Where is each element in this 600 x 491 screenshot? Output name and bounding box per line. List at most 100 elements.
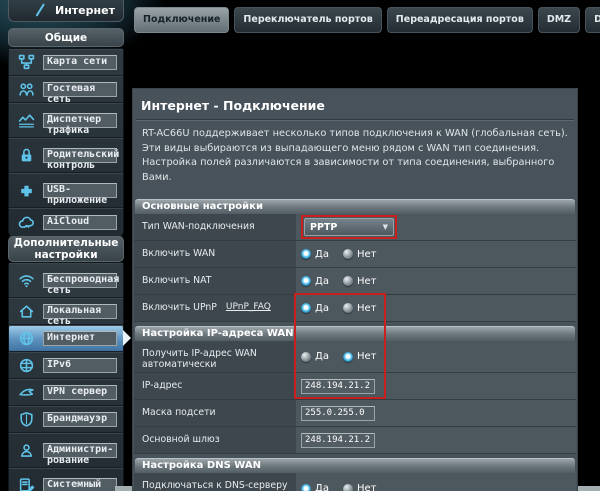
upnp-faq-link[interactable]: UPnP_FAQ: [226, 302, 271, 313]
lightning-icon: [33, 3, 47, 17]
row-enable-upnp: Включить UPnP UPnP_FAQ Да Нет: [134, 295, 576, 322]
sidebar-item-label: Системный журнал: [43, 478, 117, 491]
person-icon: [16, 442, 36, 459]
row-enable-nat: Включить NAT Да Нет: [134, 268, 576, 295]
sidebar-item-guest-network[interactable]: Гостевая сеть: [9, 76, 123, 103]
section-header-wan-dns: Настройка DNS WAN: [135, 458, 575, 473]
row-label: Основной шлюз: [142, 434, 220, 445]
sidebar-header-general: Общие: [8, 28, 124, 47]
sidebar-item-vpn-server[interactable]: VPN сервер: [9, 379, 123, 406]
sidebar-item-lan[interactable]: Локальная сеть: [9, 298, 123, 325]
sidebar-item-label: IPv6: [43, 358, 117, 373]
sidebar-item-administration[interactable]: Администри-рование: [9, 433, 123, 468]
radio-no[interactable]: Нет: [343, 483, 377, 491]
sidebar-item-wireless[interactable]: Беспроводная сеть: [9, 263, 123, 298]
row-label: Маска подсети: [142, 407, 216, 418]
wan-type-select[interactable]: PPTP ▼: [304, 218, 394, 236]
row-label: Включить NAT: [142, 275, 211, 286]
wan-type-value: PPTP: [310, 222, 337, 233]
shield-icon: [16, 411, 36, 428]
sidebar-item-parental-control[interactable]: Родительский контроль: [9, 138, 123, 173]
sidebar-nav-general: Карта сети Гостевая сеть Диспетчер трафи…: [8, 48, 124, 238]
section-header-basic: Основные настройки: [135, 199, 575, 214]
tab-dmz[interactable]: DMZ: [538, 7, 580, 33]
sidebar-nav-advanced: Беспроводная сеть Локальная сеть Интерне…: [8, 262, 124, 491]
quick-nav-label: Интернет: [55, 4, 115, 17]
home-icon: [16, 303, 36, 320]
page-title: Интернет - Подключение: [134, 96, 576, 119]
sidebar-item-label: Гостевая сеть: [43, 82, 117, 97]
sidebar-item-label: Администри-рование: [43, 443, 117, 458]
sidebar-item-label: VPN сервер: [43, 385, 117, 400]
row-label: Тип WAN-подключения: [142, 221, 255, 232]
usb-app-icon: [16, 182, 36, 199]
row-wan-type: Тип WAN-подключения PPTP ▼: [134, 214, 576, 241]
row-label: Включить UPnP: [142, 302, 217, 313]
enable-upnp-radio-group: Да Нет: [301, 303, 376, 314]
sidebar-item-label: Родительский контроль: [43, 148, 117, 163]
sidebar-item-aicloud[interactable]: AiCloud: [9, 208, 123, 237]
main-content-panel: Интернет - Подключение RT-AC66U поддержи…: [132, 88, 578, 491]
sidebar-item-traffic-manager[interactable]: Диспетчер трафика: [9, 103, 123, 138]
row-label: Получить IP-адрес WAN автоматически: [142, 348, 292, 370]
annotation-red-box-wan-type: PPTP ▼: [301, 215, 397, 239]
vpn-icon: [16, 384, 36, 401]
row-label: Подключаться к DNS-серверу автоматически: [142, 480, 292, 491]
row-subnet-mask: Маска подсети: [134, 400, 576, 427]
sidebar-item-label: Беспроводная сеть: [43, 273, 117, 288]
sidebar-item-label: Интернет: [43, 331, 117, 346]
log-pencil-icon: [16, 477, 36, 491]
auto-dns-radio-group: Да Нет: [301, 483, 376, 491]
row-auto-ip: Получить IP-адрес WAN автоматически Да Н…: [134, 341, 576, 373]
row-label: IP-адрес: [142, 380, 182, 391]
sidebar-item-label: Брандмауэр: [43, 412, 117, 427]
sidebar-item-label: USB-приложение: [43, 183, 117, 198]
tab-port-trigger[interactable]: Переключатель портов: [234, 7, 381, 33]
sidebar-item-usb-application[interactable]: USB-приложение: [9, 173, 123, 208]
row-label: Включить WAN: [142, 248, 215, 259]
tab-port-forwarding[interactable]: Переадресация портов: [387, 7, 533, 33]
radio-no[interactable]: Нет: [343, 249, 377, 260]
aicloud-icon: [16, 214, 36, 231]
ip-address-input[interactable]: [301, 379, 375, 394]
sidebar-item-firewall[interactable]: Брандмауэр: [9, 406, 123, 433]
enable-nat-radio-group: Да Нет: [301, 276, 376, 287]
row-default-gateway: Основной шлюз: [134, 427, 576, 454]
sidebar-item-label: Карта сети: [43, 55, 117, 70]
sidebar-item-system-log[interactable]: Системный журнал: [9, 468, 123, 491]
row-enable-wan: Включить WAN Да Нет: [134, 241, 576, 268]
radio-yes[interactable]: Да: [301, 276, 329, 287]
subnet-mask-input[interactable]: [301, 406, 375, 421]
radio-yes[interactable]: Да: [301, 483, 329, 491]
wireless-icon: [16, 272, 36, 289]
auto-ip-radio-group: Да Нет: [301, 351, 376, 362]
radio-yes[interactable]: Да: [301, 303, 329, 314]
radio-yes[interactable]: Да: [301, 249, 329, 260]
row-ip-address: IP-адрес: [134, 373, 576, 400]
guest-network-icon: [16, 81, 36, 98]
sidebar-header-advanced: Дополнительные настройки: [8, 236, 124, 262]
radio-no[interactable]: Нет: [343, 276, 377, 287]
radio-yes[interactable]: Да: [301, 351, 329, 362]
section-header-wan-ip: Настройка IP-адреса WAN: [135, 326, 575, 341]
ipv6-globe-icon: [16, 357, 36, 374]
sidebar-item-internet[interactable]: Интернет: [9, 325, 123, 352]
default-gateway-input[interactable]: [301, 433, 375, 448]
page-description: RT-AC66U поддерживает несколько типов по…: [134, 121, 576, 187]
radio-no[interactable]: Нет: [343, 351, 377, 362]
sidebar-item-ipv6[interactable]: IPv6: [9, 352, 123, 379]
quick-nav-box[interactable]: Интернет: [8, 0, 124, 22]
traffic-manager-icon: [16, 112, 36, 129]
chevron-down-icon: ▼: [383, 223, 388, 231]
sidebar-item-label: AiCloud: [43, 215, 117, 230]
router-admin-page: Интернет Подключение Переключатель порто…: [0, 0, 600, 491]
parental-control-icon: [16, 147, 36, 164]
tab-connection[interactable]: Подключение: [134, 7, 229, 33]
sidebar-item-network-map[interactable]: Карта сети: [9, 49, 123, 76]
radio-no[interactable]: Нет: [343, 303, 377, 314]
wan-tab-bar: Подключение Переключатель портов Переадр…: [134, 7, 600, 33]
tab-ddns[interactable]: DDNS: [585, 7, 600, 33]
row-auto-dns: Подключаться к DNS-серверу автоматически…: [134, 473, 576, 491]
enable-wan-radio-group: Да Нет: [301, 249, 376, 260]
network-map-icon: [16, 54, 36, 71]
